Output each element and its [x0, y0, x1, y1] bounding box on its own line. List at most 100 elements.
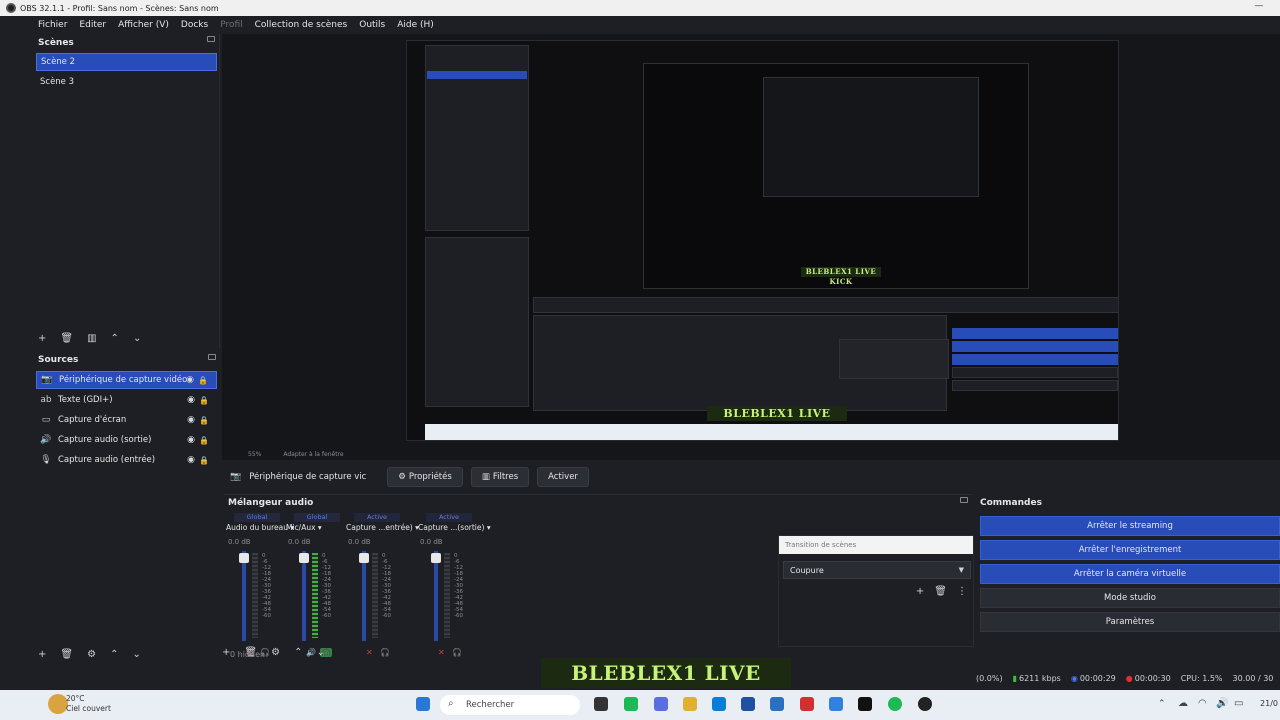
- stop-streaming-button[interactable]: Arrêter le streaming: [980, 516, 1280, 536]
- menu-item-aide[interactable]: Aide (H): [397, 20, 434, 30]
- more-icon[interactable]: ⋮: [957, 586, 967, 597]
- properties-button[interactable]: ⚙ Propriétés: [387, 467, 463, 487]
- weather-widget[interactable]: 20°C Ciel couvert: [66, 694, 111, 714]
- speaker-icon: 🔊: [40, 435, 52, 445]
- filters-button[interactable]: ▥ Filtres: [470, 467, 530, 487]
- channel-name[interactable]: Capture ...(sortie) ▾: [418, 523, 491, 532]
- lock-icon[interactable]: 🔒: [199, 416, 209, 425]
- app-icon[interactable]: [829, 697, 843, 711]
- stop-virtual-camera-button[interactable]: Arrêter la caméra virtuelle: [980, 564, 1280, 584]
- chevron-down-icon[interactable]: ⌄: [133, 333, 141, 344]
- activate-button[interactable]: Activer: [537, 467, 589, 487]
- volume-fader[interactable]: [362, 551, 366, 641]
- chevron-up-icon[interactable]: ⌃: [294, 647, 302, 658]
- volume-fader[interactable]: [434, 551, 438, 641]
- app-icon[interactable]: [800, 697, 814, 711]
- chevron-down-icon[interactable]: ⌄: [316, 647, 324, 658]
- trash-icon[interactable]: 🗑: [60, 333, 73, 344]
- channel-name[interactable]: Mic/Aux ▾: [286, 523, 322, 532]
- lock-icon[interactable]: 🔒: [198, 376, 208, 385]
- eye-icon[interactable]: ◉: [187, 395, 195, 405]
- eye-icon[interactable]: ◉: [187, 415, 195, 425]
- menu-item-fichier[interactable]: Fichier: [38, 20, 67, 30]
- chevron-down-icon[interactable]: ⌄: [132, 649, 140, 660]
- weather-icon: [48, 694, 68, 714]
- fader-handle[interactable]: [431, 553, 441, 563]
- transition-select[interactable]: Coupure ▼: [783, 561, 971, 579]
- settings-button[interactable]: Paramètres: [980, 612, 1280, 632]
- eye-icon[interactable]: ◉: [187, 455, 195, 465]
- dock-undock-icon[interactable]: [207, 36, 215, 42]
- app-icon[interactable]: [624, 697, 638, 711]
- chevron-up-icon[interactable]: ⌃: [111, 333, 119, 344]
- lock-icon[interactable]: 🔒: [199, 436, 209, 445]
- source-item[interactable]: 🎙 Capture audio (entrée) ◉ 🔒: [36, 451, 217, 469]
- store-icon[interactable]: [741, 697, 755, 711]
- volume-fader[interactable]: [302, 551, 306, 641]
- menu-item-collection[interactable]: Collection de scènes: [255, 20, 348, 30]
- headphones-icon[interactable]: 🎧: [380, 648, 390, 657]
- scene-item-2[interactable]: Scène 2: [36, 53, 217, 71]
- chevron-up-icon[interactable]: ⌃: [110, 649, 118, 660]
- app-icon[interactable]: [770, 697, 784, 711]
- menu-item-afficher[interactable]: Afficher (V): [118, 20, 169, 30]
- mixer-channel: Global Mic/Aux ▾ 0.0 dB 0 -6 -12 -18 -24 -30 -36-…: [284, 513, 348, 657]
- window-controls[interactable]: —: [1254, 1, 1272, 11]
- wifi-icon[interactable]: ◠: [1198, 698, 1207, 709]
- gear-icon[interactable]: ⚙: [87, 649, 96, 660]
- os-taskbar: 20°C Ciel couvert ⌕ Rechercher ⌃ ☁ ◠ 🔊 ▭…: [0, 690, 1280, 720]
- folder-icon[interactable]: [683, 697, 697, 711]
- properties-label: Propriétés: [408, 472, 452, 482]
- task-view-icon[interactable]: [594, 697, 608, 711]
- obs-icon[interactable]: [918, 697, 932, 711]
- dock-undock-icon[interactable]: [208, 354, 216, 360]
- fader-handle[interactable]: [299, 553, 309, 563]
- source-item[interactable]: ▭ Capture d'écran ◉ 🔒: [36, 411, 217, 429]
- edge-icon[interactable]: [712, 697, 726, 711]
- add-icon[interactable]: +: [38, 649, 46, 660]
- trash-icon[interactable]: 🗑: [60, 649, 73, 660]
- add-icon[interactable]: +: [916, 586, 924, 597]
- volume-icon[interactable]: 🔊: [1216, 698, 1228, 709]
- add-icon[interactable]: +: [38, 333, 46, 344]
- gear-icon[interactable]: ⚙: [271, 647, 280, 658]
- tiktok-icon[interactable]: [858, 697, 872, 711]
- zoom-level[interactable]: 55%: [248, 451, 261, 458]
- mixer-channel: Global Audio du bureau ▾ 0.0 dB 0 -6 -12 -18 -2…: [224, 513, 294, 657]
- headphones-icon[interactable]: 🎧: [452, 648, 462, 657]
- scene-item-3[interactable]: Scène 3: [36, 73, 217, 91]
- eye-icon[interactable]: ◉: [187, 435, 195, 445]
- menu-item-profil[interactable]: Profil: [220, 20, 242, 30]
- menu-item-docks[interactable]: Docks: [181, 20, 208, 30]
- trash-icon[interactable]: 🗑: [934, 586, 947, 597]
- source-item[interactable]: 📷 Périphérique de capture vidéo ◉ 🔒: [36, 371, 217, 389]
- lock-icon[interactable]: 🔒: [199, 396, 209, 405]
- lock-icon[interactable]: 🔒: [199, 456, 209, 465]
- app-icon[interactable]: [654, 697, 668, 711]
- eye-icon[interactable]: ◉: [186, 375, 194, 385]
- fader-handle[interactable]: [239, 553, 249, 563]
- battery-icon[interactable]: ▭: [1234, 698, 1243, 709]
- menu-item-editer[interactable]: Editer: [79, 20, 106, 30]
- tray-chevron-icon[interactable]: ⌃: [1158, 699, 1166, 709]
- dock-undock-icon[interactable]: [960, 497, 968, 503]
- menu-item-outils[interactable]: Outils: [359, 20, 385, 30]
- mute-icon[interactable]: ✕: [366, 648, 373, 657]
- filter-icon[interactable]: ▥: [87, 333, 96, 344]
- fit-window-button[interactable]: Adapter à la fenêtre: [283, 451, 343, 458]
- channel-name[interactable]: Capture ...entrée) ▾: [346, 523, 419, 532]
- windows-start-icon[interactable]: [416, 697, 430, 711]
- stop-recording-button[interactable]: Arrêter l'enregistrement: [980, 540, 1280, 560]
- source-item[interactable]: 🔊 Capture audio (sortie) ◉ 🔒: [36, 431, 217, 449]
- mute-icon[interactable]: ✕: [438, 648, 445, 657]
- source-label: Capture audio (entrée): [58, 455, 156, 465]
- network-tray-icon[interactable]: ☁: [1178, 698, 1188, 709]
- studio-mode-button[interactable]: Mode studio: [980, 588, 1280, 608]
- fader-handle[interactable]: [359, 553, 369, 563]
- volume-fader[interactable]: [242, 551, 246, 641]
- source-item[interactable]: ab Texte (GDI+) ◉ 🔒: [36, 391, 217, 409]
- taskbar-search[interactable]: ⌕ Rechercher: [440, 695, 580, 715]
- spotify-icon[interactable]: [888, 697, 902, 711]
- program-preview[interactable]: BLEBLEX1 LIVE KICK BLEBLEX1 LIVE KICK: [406, 40, 1119, 441]
- nested-transition: [839, 339, 949, 379]
